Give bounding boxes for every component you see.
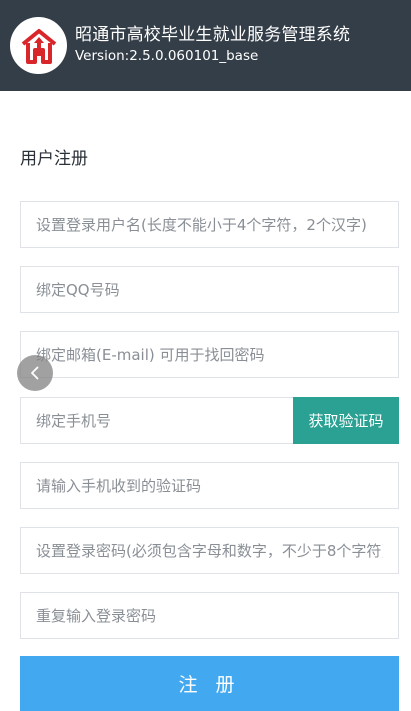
phone-input[interactable] [21, 398, 293, 443]
back-button[interactable] [17, 355, 53, 391]
app-version: Version:2.5.0.060101_base [75, 48, 259, 65]
page-title: 用户注册 [20, 149, 88, 169]
register-button[interactable]: 注 册 [20, 656, 399, 711]
chevron-left-icon [31, 366, 39, 380]
qq-field[interactable] [20, 266, 399, 313]
confirm-password-field[interactable] [20, 592, 399, 639]
confirm-password-input[interactable] [21, 593, 398, 638]
get-code-button[interactable]: 获取验证码 [293, 397, 399, 444]
verification-code-input[interactable] [21, 463, 398, 508]
phone-field[interactable] [20, 397, 294, 444]
email-field[interactable] [20, 331, 399, 378]
verification-code-field[interactable] [20, 462, 399, 509]
username-input[interactable] [21, 202, 398, 247]
username-field[interactable] [20, 201, 399, 248]
password-field[interactable] [20, 527, 399, 574]
house-arrow-logo-icon [21, 28, 56, 64]
app-title: 昭通市高校毕业生就业服务管理系统 [75, 25, 351, 46]
email-input[interactable] [21, 332, 398, 377]
qq-input[interactable] [21, 267, 398, 312]
header-text: 昭通市高校毕业生就业服务管理系统 Version:2.5.0.060101_ba… [75, 26, 350, 64]
logo [10, 17, 67, 74]
password-input[interactable] [21, 528, 398, 573]
app-header: 昭通市高校毕业生就业服务管理系统 Version:2.5.0.060101_ba… [0, 0, 411, 91]
